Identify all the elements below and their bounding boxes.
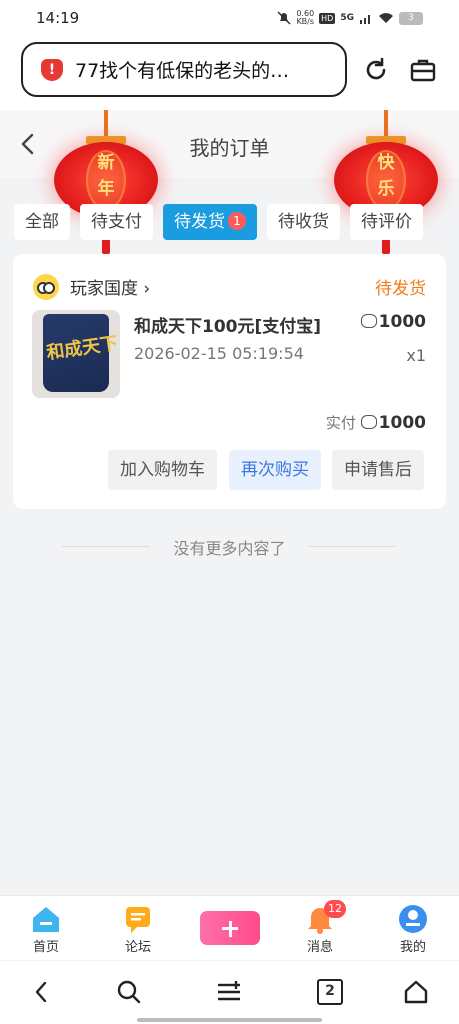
order-time: 2026-02-15 05:19:54	[134, 344, 304, 363]
divider-line	[308, 546, 396, 547]
home-icon	[33, 907, 59, 932]
product-price: 1000	[360, 312, 426, 332]
status-bar: 14:19 0.60 KB/s HD 5G 3	[0, 0, 459, 36]
url-text[interactable]: 77找个有低保的老头的…	[75, 56, 325, 83]
bottom-nav: 首页 论坛 12 消息 我的	[0, 895, 459, 960]
order-tabs: 全部 待支付 待发货 1 待收货 待评价	[14, 204, 423, 240]
tab-pending-shipment[interactable]: 待发货 1	[163, 204, 257, 240]
after-sale-button[interactable]: 申请售后	[332, 450, 424, 490]
nav-messages-label: 消息	[306, 940, 333, 955]
product-price-value: 1000	[378, 312, 426, 332]
hd-icon: HD	[319, 12, 336, 24]
tab-badge: 1	[228, 212, 246, 230]
product-image[interactable]: 和成天下	[32, 310, 120, 398]
mute-bell-icon	[277, 11, 291, 25]
nav-forum-label: 论坛	[124, 940, 151, 955]
status-icons: 0.60 KB/s HD 5G 3	[277, 10, 423, 26]
tab-pending-shipment-label: 待发货	[174, 212, 225, 232]
home-button-icon[interactable]	[403, 979, 429, 1005]
buy-again-button[interactable]: 再次购买	[229, 450, 321, 490]
wifi-icon	[379, 13, 393, 23]
nav-home-label: 首页	[32, 940, 59, 955]
status-time: 14:19	[36, 9, 80, 27]
order-quantity: x1	[406, 346, 426, 365]
coin-icon	[360, 314, 377, 328]
menu-icon[interactable]	[216, 979, 242, 1005]
lantern-right-char-1: 快	[377, 153, 395, 173]
tabs-count-button[interactable]: 2	[317, 979, 343, 1005]
address-bar[interactable]: ! 77找个有低保的老头的…	[21, 42, 347, 97]
coin-icon	[360, 415, 377, 429]
battery-icon: 3	[399, 11, 423, 25]
nav-profile-label: 我的	[399, 940, 426, 955]
network-type: 5G	[340, 13, 354, 23]
paid-amount: 1000	[378, 413, 426, 433]
no-more-text: 没有更多内容了	[173, 539, 286, 558]
lantern-right-char-2: 乐	[377, 179, 395, 199]
toolbox-icon[interactable]	[409, 56, 437, 84]
signal-icon	[360, 15, 370, 24]
order-status: 待发货	[375, 279, 426, 299]
nav-profile[interactable]: 我的	[373, 896, 453, 961]
nav-home[interactable]: 首页	[6, 896, 86, 961]
paid-row: 实付 1000	[326, 412, 426, 433]
shop-avatar[interactable]	[33, 274, 59, 300]
shop-name: 玩家国度	[70, 279, 138, 299]
nav-messages[interactable]: 12 消息	[280, 896, 360, 961]
chevron-right-icon: ›	[143, 279, 151, 299]
order-card[interactable]: 玩家国度 › 待发货 和成天下 和成天下100元[支付宝] 1000 2026-…	[13, 254, 446, 509]
lantern-right: 快乐	[334, 110, 438, 270]
tab-pending-payment[interactable]: 待支付	[80, 204, 153, 240]
browser-back-icon[interactable]	[29, 979, 55, 1005]
tab-pending-receipt[interactable]: 待收货	[267, 204, 340, 240]
system-nav: 2	[0, 961, 459, 1024]
reload-icon[interactable]	[362, 56, 390, 84]
network-speed: 0.60 KB/s	[296, 9, 315, 26]
profile-icon	[399, 905, 427, 933]
tab-pending-review[interactable]: 待评价	[350, 204, 423, 240]
message-badge: 12	[324, 900, 346, 918]
add-to-cart-button[interactable]: 加入购物车	[108, 450, 217, 490]
nav-forum[interactable]: 论坛	[98, 896, 178, 961]
forum-icon	[126, 907, 150, 933]
security-warning-icon[interactable]: !	[41, 58, 63, 81]
home-indicator[interactable]	[137, 1018, 322, 1022]
browser-bar: ! 77找个有低保的老头的…	[0, 36, 459, 110]
shop-link[interactable]: 玩家国度 ›	[70, 274, 150, 299]
search-icon[interactable]	[116, 979, 142, 1005]
product-name[interactable]: 和成天下100元[支付宝]	[134, 312, 321, 337]
lantern-left-char-1: 新	[97, 153, 115, 173]
post-plus-button[interactable]	[200, 911, 260, 945]
paid-label: 实付	[325, 414, 356, 432]
lantern-left: 新年	[54, 110, 158, 270]
lantern-left-char-2: 年	[97, 179, 115, 199]
tab-all[interactable]: 全部	[14, 204, 70, 240]
